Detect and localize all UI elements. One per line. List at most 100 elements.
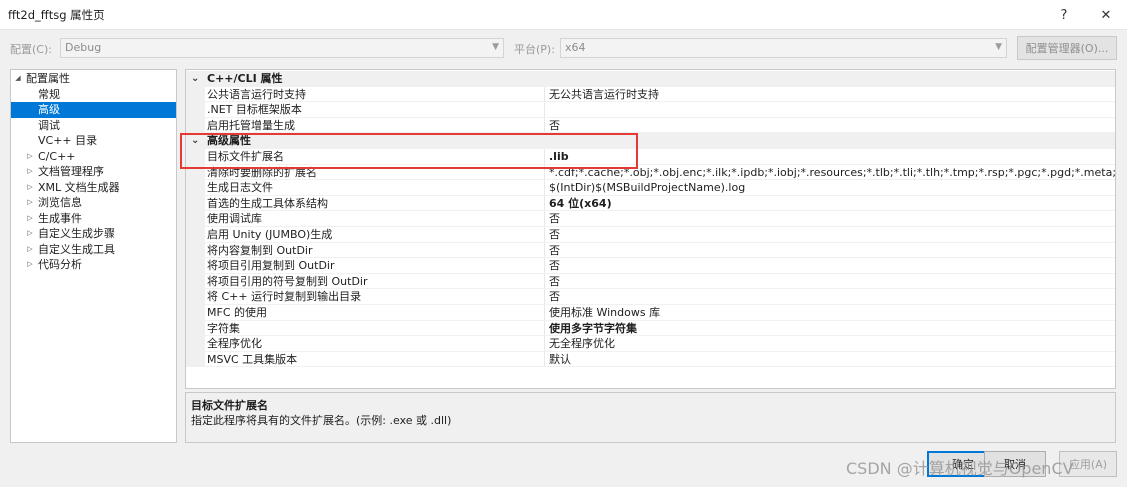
property-value[interactable]: 无全程序优化 bbox=[549, 336, 1115, 352]
tree-item-general[interactable]: 常规 bbox=[11, 87, 176, 103]
tree-item-label: 生成事件 bbox=[38, 211, 82, 225]
property-row[interactable]: 全程序优化 无全程序优化 bbox=[186, 336, 1115, 352]
property-value[interactable]: 否 bbox=[549, 243, 1115, 259]
property-value[interactable]: 否 bbox=[549, 211, 1115, 227]
property-name: MSVC 工具集版本 bbox=[207, 352, 298, 366]
tree-item-custom-build-step[interactable]: ▷ 自定义生成步骤 bbox=[11, 226, 176, 242]
property-value[interactable]: .lib bbox=[549, 149, 1115, 165]
tree-item-advanced[interactable]: 高级 bbox=[11, 102, 176, 118]
property-name: 将项目引用的符号复制到 OutDir bbox=[207, 274, 368, 288]
expand-icon[interactable]: ◢ bbox=[13, 71, 23, 87]
property-row[interactable]: MFC 的使用 使用标准 Windows 库 bbox=[186, 305, 1115, 321]
column-separator bbox=[544, 195, 545, 212]
column-separator bbox=[544, 149, 545, 165]
expand-icon[interactable]: ▷ bbox=[25, 226, 35, 242]
property-value[interactable]: 64 位(x64) bbox=[549, 196, 1115, 212]
tree-item-custom-build-tool[interactable]: ▷ 自定义生成工具 bbox=[11, 242, 176, 258]
row-gutter bbox=[186, 242, 205, 259]
property-row[interactable]: 公共语言运行时支持 无公共语言运行时支持 bbox=[186, 86, 1115, 103]
chevron-down-icon[interactable]: ⌄ bbox=[191, 133, 199, 149]
property-grid[interactable]: ⌄ C++/CLI 属性 公共语言运行时支持 无公共语言运行时支持 .NET 目… bbox=[185, 69, 1116, 389]
expand-icon[interactable]: ▷ bbox=[25, 242, 35, 258]
property-row[interactable]: 使用调试库 否 bbox=[186, 211, 1115, 227]
tree-item-config-properties[interactable]: ◢ 配置属性 bbox=[11, 71, 176, 87]
property-value[interactable]: 否 bbox=[549, 258, 1115, 274]
column-separator bbox=[544, 351, 545, 368]
category-cpp-cli-properties[interactable]: ⌄ C++/CLI 属性 bbox=[186, 71, 1115, 87]
column-separator bbox=[544, 180, 545, 196]
expand-icon[interactable]: ▷ bbox=[25, 149, 35, 165]
property-row[interactable]: 将项目引用复制到 OutDir 否 bbox=[186, 258, 1115, 274]
column-separator bbox=[544, 164, 545, 181]
chevron-down-icon[interactable]: ⌄ bbox=[191, 71, 199, 87]
tree-item-debugging[interactable]: 调试 bbox=[11, 118, 176, 134]
column-separator bbox=[544, 86, 545, 103]
tree-item-code-analysis[interactable]: ▷ 代码分析 bbox=[11, 257, 176, 273]
tree-item-cpp[interactable]: ▷ C/C++ bbox=[11, 149, 176, 165]
category-title: 高级属性 bbox=[207, 134, 251, 148]
row-gutter bbox=[186, 164, 205, 181]
row-gutter bbox=[186, 289, 205, 305]
property-row[interactable]: 首选的生成工具体系结构 64 位(x64) bbox=[186, 195, 1115, 212]
property-value[interactable]: 无公共语言运行时支持 bbox=[549, 87, 1115, 103]
column-separator bbox=[544, 227, 545, 243]
tree-item-vc-directories[interactable]: VC++ 目录 bbox=[11, 133, 176, 149]
help-button[interactable]: ? bbox=[1044, 2, 1084, 28]
expand-icon[interactable]: ▷ bbox=[25, 164, 35, 180]
row-gutter bbox=[186, 305, 205, 321]
expand-icon[interactable]: ▷ bbox=[25, 195, 35, 211]
expand-icon[interactable]: ▷ bbox=[25, 257, 35, 273]
column-separator bbox=[544, 289, 545, 305]
tree-item-label: 代码分析 bbox=[38, 258, 82, 271]
configuration-manager-button[interactable]: 配置管理器(O)... bbox=[1017, 36, 1117, 60]
property-row[interactable]: MSVC 工具集版本 默认 bbox=[186, 351, 1115, 368]
close-button[interactable]: ✕ bbox=[1086, 2, 1126, 28]
property-row[interactable]: 启用 Unity (JUMBO)生成 否 bbox=[186, 227, 1115, 243]
property-row[interactable]: 清除时要删除的扩展名 *.cdf;*.cache;*.obj;*.obj.enc… bbox=[186, 164, 1115, 181]
property-value[interactable]: *.cdf;*.cache;*.obj;*.obj.enc;*.ilk;*.ip… bbox=[549, 165, 1115, 181]
row-gutter bbox=[186, 351, 205, 368]
row-divider bbox=[205, 366, 1115, 368]
property-name: 字符集 bbox=[207, 321, 240, 335]
property-value[interactable]: 否 bbox=[549, 274, 1115, 290]
property-row[interactable]: 字符集 使用多字节字符集 bbox=[186, 320, 1115, 337]
property-row[interactable]: 生成日志文件 $(IntDir)$(MSBuildProjectName).lo… bbox=[186, 180, 1115, 196]
property-row[interactable]: 将 C++ 运行时复制到输出目录 否 bbox=[186, 289, 1115, 305]
property-value[interactable]: 否 bbox=[549, 227, 1115, 243]
tree-item-label: C/C++ bbox=[38, 149, 76, 163]
description-title: 目标文件扩展名 bbox=[191, 399, 268, 412]
property-name: MFC 的使用 bbox=[207, 306, 267, 319]
property-value[interactable]: 使用标准 Windows 库 bbox=[549, 305, 1115, 321]
column-separator bbox=[544, 258, 545, 274]
property-row-target-extension[interactable]: 目标文件扩展名 .lib bbox=[186, 149, 1115, 165]
property-value[interactable]: 使用多字节字符集 bbox=[549, 321, 1115, 337]
category-advanced-properties[interactable]: ⌄ 高级属性 bbox=[186, 133, 1115, 149]
column-separator bbox=[544, 320, 545, 337]
expand-icon[interactable]: ▷ bbox=[25, 211, 35, 227]
property-tree[interactable]: ◢ 配置属性 常规 高级 调试 VC++ 目录 ▷ C/C++ ▷ 文档管理程序… bbox=[10, 69, 177, 443]
expand-icon[interactable]: ▷ bbox=[25, 180, 35, 196]
column-separator bbox=[544, 117, 545, 134]
config-dropdown[interactable]: Debug ▼ bbox=[60, 38, 504, 58]
tree-item-browse-information[interactable]: ▷ 浏览信息 bbox=[11, 195, 176, 211]
title-bar: fft2d_fftsg 属性页 ? ✕ bbox=[0, 0, 1127, 30]
chevron-down-icon: ▼ bbox=[492, 42, 499, 52]
property-value[interactable]: $(IntDir)$(MSBuildProjectName).log bbox=[549, 180, 1115, 196]
property-name: 首选的生成工具体系结构 bbox=[207, 196, 328, 210]
tree-item-label: 配置属性 bbox=[26, 72, 70, 85]
property-value[interactable]: 否 bbox=[549, 118, 1115, 134]
property-row[interactable]: 将内容复制到 OutDir 否 bbox=[186, 242, 1115, 259]
tree-item-label: 文档管理程序 bbox=[38, 165, 104, 178]
tree-item-document-manager[interactable]: ▷ 文档管理程序 bbox=[11, 164, 176, 180]
tree-item-xml-doc-generator[interactable]: ▷ XML 文档生成器 bbox=[11, 180, 176, 196]
property-value[interactable]: 默认 bbox=[549, 352, 1115, 368]
tree-item-build-events[interactable]: ▷ 生成事件 bbox=[11, 211, 176, 227]
tree-item-label: XML 文档生成器 bbox=[38, 180, 120, 194]
property-value[interactable]: 否 bbox=[549, 289, 1115, 305]
property-row[interactable]: 将项目引用的符号复制到 OutDir 否 bbox=[186, 273, 1115, 290]
config-value: Debug bbox=[65, 41, 102, 54]
platform-dropdown[interactable]: x64 ▼ bbox=[560, 38, 1007, 58]
property-row[interactable]: 启用托管增量生成 否 bbox=[186, 117, 1115, 134]
property-name: 将内容复制到 OutDir bbox=[207, 243, 313, 257]
property-row[interactable]: .NET 目标框架版本 bbox=[186, 102, 1115, 118]
